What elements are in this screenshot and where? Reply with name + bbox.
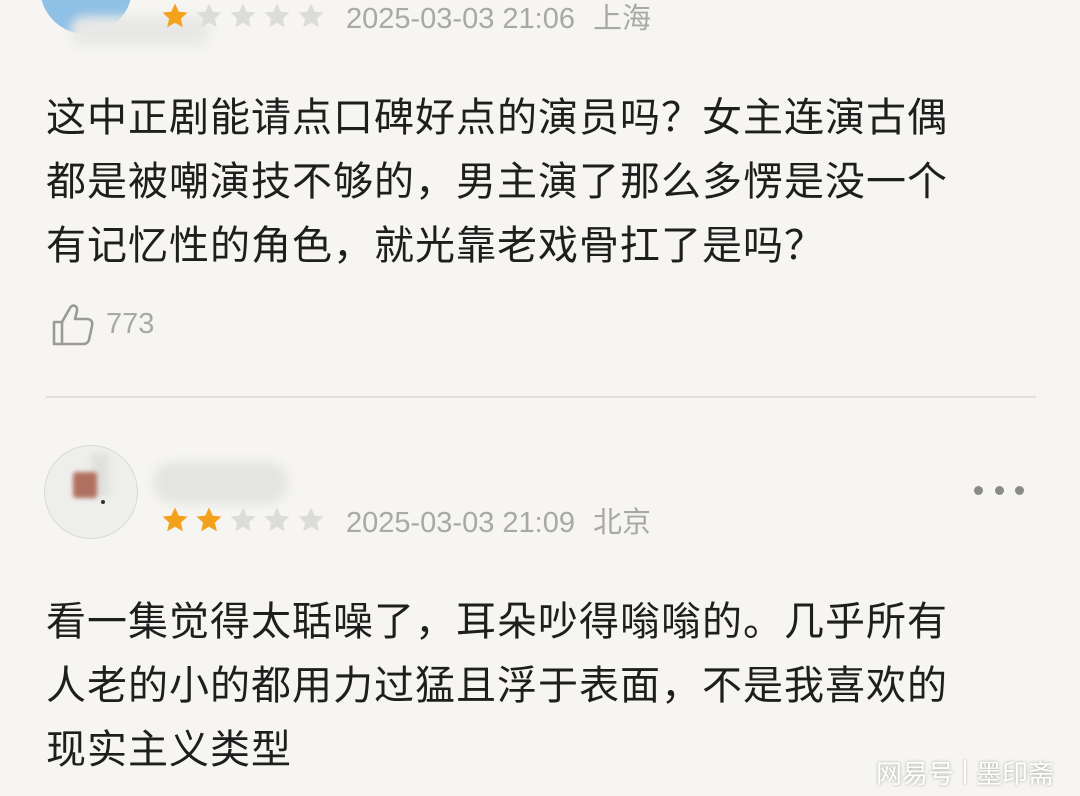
star-icon bbox=[296, 505, 326, 535]
review-text: 这中正剧能请点口碑好点的演员吗？女主连演古偶 都是被嘲演技不够的，男主演了那么多… bbox=[46, 86, 1046, 278]
more-icon bbox=[1015, 485, 1024, 495]
review-meta: 2025-03-03 21:09 北京 bbox=[160, 500, 651, 540]
review-date: 2025-03-03 21:06 bbox=[346, 3, 575, 35]
more-icon bbox=[994, 485, 1004, 495]
star-rating bbox=[160, 1, 330, 31]
review-text-line: 这中正剧能请点口碑好点的演员吗？女主连演古偶 bbox=[46, 95, 948, 141]
star-rating bbox=[160, 505, 330, 535]
watermark: 网易号 墨印斋 bbox=[876, 754, 1054, 790]
review-text-line: 人老的小的都用力过猛且浮于表面，不是我喜欢的 bbox=[46, 663, 948, 709]
more-icon bbox=[974, 485, 983, 495]
review-item: 2025-03-03 21:09 北京 看一集觉得太聒噪了，耳朵吵得嗡嗡的。几乎… bbox=[0, 398, 1080, 796]
star-icon bbox=[296, 1, 326, 31]
review-location: 北京 bbox=[593, 507, 652, 539]
thumbs-up-icon[interactable] bbox=[48, 300, 96, 348]
review-item: 2025-03-03 21:06 上海 这中正剧能请点口碑好点的演员吗？女主连演… bbox=[0, 0, 1080, 398]
review-text-line: 都是被嘲演技不够的，男主演了那么多愣是没一个 bbox=[46, 159, 948, 205]
username-blurred[interactable] bbox=[153, 462, 288, 504]
star-icon bbox=[194, 505, 224, 535]
review-text-line: 有记忆性的角色，就光靠老戏骨扛了是吗？ bbox=[46, 223, 825, 269]
star-icon bbox=[228, 505, 258, 535]
like-button[interactable]: 773 bbox=[48, 300, 154, 348]
star-icon bbox=[262, 505, 292, 535]
more-options-button[interactable] bbox=[974, 476, 1024, 504]
review-meta: 2025-03-03 21:06 上海 bbox=[160, 0, 651, 36]
watermark-platform: 网易号 bbox=[876, 759, 955, 790]
avatar[interactable] bbox=[44, 445, 138, 539]
star-icon bbox=[228, 1, 258, 31]
review-location: 上海 bbox=[593, 3, 652, 35]
star-icon bbox=[194, 1, 224, 31]
star-icon bbox=[262, 1, 292, 31]
watermark-author: 墨印斋 bbox=[976, 759, 1055, 790]
star-icon bbox=[160, 1, 190, 31]
star-icon bbox=[160, 505, 190, 535]
review-date: 2025-03-03 21:09 bbox=[346, 507, 575, 539]
review-text-line: 看一集觉得太聒噪了，耳朵吵得嗡嗡的。几乎所有 bbox=[46, 599, 948, 645]
like-count: 773 bbox=[106, 307, 155, 340]
